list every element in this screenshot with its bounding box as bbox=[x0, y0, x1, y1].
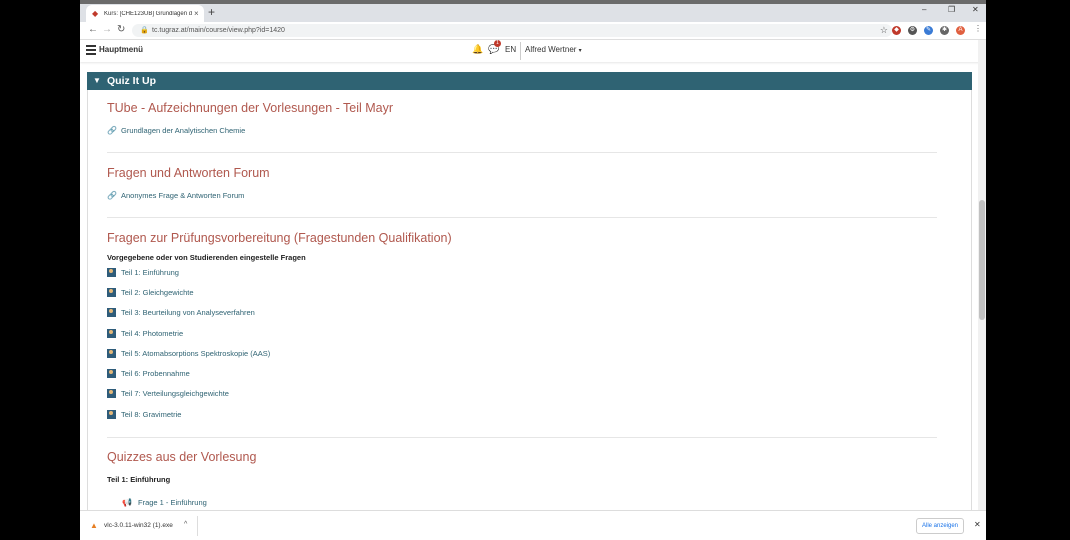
browser-toolbar: ← → ↻ 🔒 tc.tugraz.at/main/course/view.ph… bbox=[80, 22, 986, 40]
maximize-button[interactable]: ❐ bbox=[948, 5, 955, 14]
lecture-quiz-label: Frage 1 - Einführung bbox=[138, 498, 207, 507]
quiz-icon bbox=[107, 349, 116, 358]
download-bar: ▲ vlc-3.0.11-win32 (1).exe ^ Alle anzeig… bbox=[80, 510, 986, 540]
lecture-quiz-link[interactable]: 📢 Frage 1 - Einführung bbox=[122, 498, 207, 507]
quiz-item[interactable]: Teil 2: Gleichgewichte bbox=[107, 288, 194, 297]
tube-link-label: Grundlagen der Analytischen Chemie bbox=[121, 126, 246, 135]
course-content: ▼ Quiz It Up TUbe - Aufzeichnungen der V… bbox=[87, 72, 972, 510]
quiz-icon bbox=[107, 410, 116, 419]
quiz-icon bbox=[107, 329, 116, 338]
window-top-border bbox=[80, 0, 986, 4]
divider bbox=[107, 437, 937, 438]
user-menu[interactable]: Alfred Wertner ▾ bbox=[525, 45, 582, 54]
tube-link[interactable]: 🔗 Grundlagen der Analytischen Chemie bbox=[107, 126, 245, 135]
language-switcher[interactable]: EN bbox=[505, 45, 516, 54]
quiz-icon bbox=[107, 389, 116, 398]
forum-link[interactable]: 🔗 Anonymes Frage & Antworten Forum bbox=[107, 191, 244, 200]
quiz-icon bbox=[107, 369, 116, 378]
browser-menu-icon[interactable]: ⋮ bbox=[974, 24, 982, 33]
chevron-up-icon[interactable]: ^ bbox=[184, 521, 187, 528]
tab-close-icon[interactable]: × bbox=[194, 9, 199, 18]
extension-icon-3[interactable]: ✎ bbox=[924, 26, 933, 35]
reload-icon[interactable]: ↻ bbox=[117, 24, 125, 35]
close-window-button[interactable]: ✕ bbox=[972, 5, 979, 14]
vlc-cone-icon: ▲ bbox=[90, 521, 98, 530]
quiz-item-label: Teil 4: Photometrie bbox=[121, 329, 184, 338]
page-scrollbar[interactable] bbox=[978, 40, 986, 510]
nav-divider bbox=[520, 42, 521, 60]
quiz-icon bbox=[107, 308, 116, 317]
quiz-item[interactable]: Teil 6: Probennahme bbox=[107, 369, 190, 378]
url-text: tc.tugraz.at/main/course/view.php?id=142… bbox=[152, 27, 285, 34]
minimize-button[interactable]: – bbox=[922, 5, 926, 14]
quiz-item[interactable]: Teil 1: Einführung bbox=[107, 268, 179, 277]
back-arrow-icon[interactable]: ← bbox=[88, 24, 98, 35]
tugraz-favicon-icon: ◆ bbox=[92, 8, 99, 18]
close-download-bar-icon[interactable]: ✕ bbox=[974, 520, 981, 529]
quiz-item-label: Teil 5: Atomabsorptions Spektroskopie (A… bbox=[121, 349, 271, 358]
quiz-item-label: Teil 8: Gravimetrie bbox=[121, 410, 182, 419]
quiz-item-label: Teil 7: Verteilungsgleichgewichte bbox=[121, 389, 229, 398]
chevron-down-icon: ▾ bbox=[578, 48, 582, 54]
show-all-downloads-button[interactable]: Alle anzeigen bbox=[916, 518, 964, 534]
megaphone-icon: 📢 bbox=[122, 498, 132, 507]
download-file-name[interactable]: vlc-3.0.11-win32 (1).exe bbox=[104, 522, 173, 529]
site-navbar: Hauptmenü 🔔 💬 1 EN Alfred Wertner ▾ bbox=[80, 40, 986, 62]
section-body: TUbe - Aufzeichnungen der Vorlesungen - … bbox=[87, 90, 972, 510]
hamburger-menu-icon[interactable] bbox=[86, 45, 96, 55]
quiz-icon bbox=[107, 288, 116, 297]
extension-icon-2[interactable]: ⚙ bbox=[908, 26, 917, 35]
quiz-item-label: Teil 6: Probennahme bbox=[121, 369, 190, 378]
link-icon: 🔗 bbox=[107, 191, 117, 200]
new-tab-button[interactable]: + bbox=[208, 5, 215, 19]
quiz-item[interactable]: Teil 4: Photometrie bbox=[107, 329, 183, 338]
extension-icon-1[interactable]: ◆ bbox=[892, 26, 901, 35]
lecture-quizzes-subtitle: Teil 1: Einführung bbox=[107, 475, 171, 484]
bookmark-star-icon[interactable]: ☆ bbox=[880, 24, 888, 37]
link-icon: 🔗 bbox=[107, 126, 117, 135]
forum-heading: Fragen und Antworten Forum bbox=[107, 166, 270, 180]
divider bbox=[107, 217, 937, 218]
quiz-item-label: Teil 1: Einführung bbox=[121, 268, 179, 277]
puzzle-extensions-icon[interactable]: ✱ bbox=[940, 26, 949, 35]
notification-bell-icon[interactable]: 🔔 bbox=[472, 44, 483, 55]
quiz-item[interactable]: Teil 7: Verteilungsgleichgewichte bbox=[107, 389, 229, 398]
section-title: Quiz It Up bbox=[107, 75, 156, 87]
tube-heading: TUbe - Aufzeichnungen der Vorlesungen - … bbox=[107, 101, 394, 115]
tab-strip: ◆ Kurs: [CHE123UB] Grundlagen d… × + – ❐… bbox=[80, 0, 986, 22]
scrollbar-thumb[interactable] bbox=[979, 200, 985, 320]
user-name: Alfred Wertner bbox=[525, 45, 577, 54]
collapse-caret-icon[interactable]: ▼ bbox=[93, 72, 101, 90]
quiz-item-label: Teil 2: Gleichgewichte bbox=[121, 288, 194, 297]
quiz-item[interactable]: Teil 3: Beurteilung von Analyseverfahren bbox=[107, 308, 255, 317]
quiz-item-label: Teil 3: Beurteilung von Analyseverfahren bbox=[121, 308, 255, 317]
profile-avatar[interactable]: A bbox=[956, 26, 965, 35]
quiz-item[interactable]: Teil 5: Atomabsorptions Spektroskopie (A… bbox=[107, 349, 270, 358]
exam-prep-heading: Fragen zur Prüfungsvorbereitung (Fragest… bbox=[107, 231, 452, 245]
quiz-item[interactable]: Teil 8: Gravimetrie bbox=[107, 410, 181, 419]
lecture-quizzes-heading: Quizzes aus der Vorlesung bbox=[107, 450, 257, 464]
exam-prep-subtitle: Vorgegebene oder von Studierenden einges… bbox=[107, 253, 306, 262]
divider bbox=[107, 152, 937, 153]
quiz-icon bbox=[107, 268, 116, 277]
main-menu-label[interactable]: Hauptmenü bbox=[99, 45, 143, 54]
tab-title: Kurs: [CHE123UB] Grundlagen d… bbox=[104, 10, 192, 17]
lock-icon: 🔒 bbox=[140, 27, 149, 34]
forum-link-label: Anonymes Frage & Antworten Forum bbox=[121, 191, 245, 200]
browser-tab[interactable]: ◆ Kurs: [CHE123UB] Grundlagen d… × bbox=[86, 5, 204, 22]
address-bar[interactable]: 🔒 tc.tugraz.at/main/course/view.php?id=1… bbox=[132, 24, 892, 37]
message-count-badge: 1 bbox=[494, 40, 501, 47]
section-header[interactable]: ▼ Quiz It Up bbox=[87, 72, 972, 90]
browser-window: ◆ Kurs: [CHE123UB] Grundlagen d… × + – ❐… bbox=[80, 0, 986, 540]
forward-arrow-icon[interactable]: → bbox=[102, 24, 112, 35]
download-divider bbox=[197, 516, 198, 536]
